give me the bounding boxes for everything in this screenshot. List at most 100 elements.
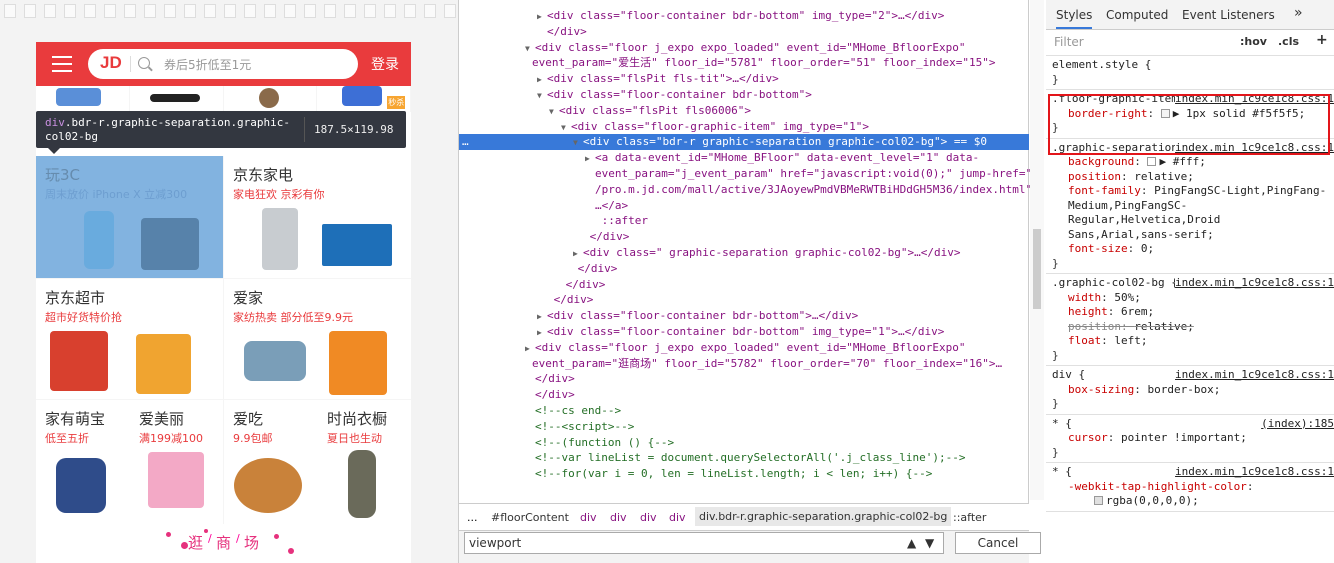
search-bar[interactable]: JD 券后5折低至1元 [88,49,358,79]
style-property[interactable]: -webkit-tap-highlight-color: [1052,480,1328,495]
rule-source-link[interactable]: index.min_1c9ce1c8.css:1 [1175,276,1334,291]
dom-node-line[interactable]: /pro.m.jd.com/mall/active/3JAoyewPmdVBMe… [459,182,1039,198]
style-property[interactable]: position: relative; [1052,170,1328,185]
expand-toggle-icon[interactable]: ▶ [537,309,547,325]
breadcrumb-item[interactable]: div [580,511,597,524]
expand-toggle-icon[interactable]: ▶ [537,325,547,341]
dom-node-line[interactable]: event_param="j_event_param" href="javasc… [459,166,1039,182]
tab-computed[interactable]: Computed [1106,8,1168,22]
dom-node-line[interactable]: …</a> [459,198,1029,214]
grid-cell-3c[interactable]: 玩3C 周末放价 iPhone X 立减300 [36,156,223,278]
find-prev-icon[interactable]: ▲ [907,536,916,550]
breadcrumb-item[interactable]: ::after [953,511,986,524]
dom-node-line[interactable]: </div> [459,277,1029,293]
color-swatch-icon[interactable] [1094,496,1103,505]
expand-toggle-icon[interactable]: ▶ [525,341,535,357]
grid-cell-appliances[interactable]: 京东家电 家电狂欢 京彩有你 [224,156,411,278]
rule-source-link[interactable]: index.min_1c9ce1c8.css:1 [1175,368,1334,383]
dom-node-line[interactable]: ▶ <div class=" graphic-separation graphic… [459,245,1029,261]
dom-node-line[interactable]: <!--for(var i = 0, len = lineList.length… [459,466,1029,482]
rule-source-link[interactable]: index.min_1c9ce1c8.css:1 [1175,465,1334,480]
style-property[interactable]: cursor: pointer !important; [1052,431,1328,446]
mall-banner[interactable]: 逛 / 商 / 场 [36,524,411,563]
grid-cell-food[interactable]: 爱吃 9.9包邮 [224,400,317,524]
dom-node-line[interactable]: ::after [459,213,1029,229]
grid-cell-beauty[interactable]: 爱美丽 满199减100 [130,400,223,524]
tab-styles[interactable]: Styles [1056,8,1093,29]
dom-node-line[interactable]: ▶ <div class="floor-container bdr-bottom"… [459,324,1029,340]
dom-node-line[interactable]: </div> [459,371,1029,387]
grid-cell-supermarket[interactable]: 京东超市 超市好货特价抢 [36,279,223,399]
breadcrumb-item-active[interactable]: div.bdr-r.graphic-separation.graphic-col… [695,507,952,526]
color-swatch-icon[interactable] [1147,157,1157,166]
style-rule[interactable]: element.style {} [1046,56,1334,90]
dom-node-line[interactable]: <!--<script>--> [459,419,1029,435]
expand-toggle-icon[interactable]: ▼ [525,41,535,57]
find-cancel-button[interactable]: Cancel [955,532,1041,554]
breadcrumb-item[interactable]: #floorContent [491,511,569,524]
dom-tree[interactable]: ▶ <div class="floor-container bdr-bottom"… [459,8,1039,482]
dom-node-line[interactable]: ▶ <a data-event_id="MHome_BFloor" data-ev… [459,150,1029,166]
expand-toggle-icon[interactable]: ▶ [537,72,547,88]
add-rule-button[interactable]: + [1316,32,1328,48]
expand-toggle-icon[interactable]: ▼ [537,88,547,104]
find-input[interactable]: viewport ▲ ▼ [464,532,944,554]
cls-toggle[interactable]: .cls [1278,35,1299,48]
dom-node-line[interactable]: </div> [459,261,1029,277]
styles-filter-input[interactable]: Filter [1050,33,1230,51]
dom-node-line[interactable]: ▼ <div class="flsPit fls06006"> [459,103,1029,119]
breadcrumb-item[interactable]: div [640,511,657,524]
expand-toggle-icon[interactable]: ▼ [573,135,583,151]
dom-node-line[interactable]: <!--cs end--> [459,403,1029,419]
login-link[interactable]: 登录 [371,54,399,74]
expand-toggle-icon[interactable]: ▶ [537,9,547,25]
style-rule[interactable]: * {(index):185 cursor: pointer !important… [1046,415,1334,463]
dom-node-line[interactable]: ▼ <div class="floor-graphic-item" img_typ… [459,119,1029,135]
expand-toggle-icon[interactable]: ▶ [585,151,595,167]
grid-cell-fashion[interactable]: 时尚衣橱 夏日也生动 [318,400,411,524]
find-next-icon[interactable]: ▼ [925,536,934,550]
style-rule[interactable]: .graphic-separation {index.min_1c9ce1c8.… [1046,139,1334,274]
product-thumb[interactable] [224,86,318,112]
dom-node-line[interactable]: ▼ <div class="floor j_expo expo_loaded" e… [459,40,1029,56]
dom-node-line[interactable]: ▶ <div class="floor-container bdr-bottom"… [459,308,1029,324]
tab-event-listeners[interactable]: Event Listeners [1182,8,1275,22]
expand-toggle-icon[interactable]: ▼ [561,120,571,136]
style-property[interactable]: box-sizing: border-box; [1052,383,1328,398]
dom-node-line[interactable]: </div> [459,292,1029,308]
product-thumb[interactable] [130,86,224,112]
menu-icon[interactable] [52,56,72,72]
dom-node-line[interactable]: event_param="爱生活" floor_id="5781" floor_… [459,55,1029,71]
style-property[interactable]: height: 6rem; [1052,305,1328,320]
style-property[interactable]: rgba(0,0,0,0); [1052,494,1328,509]
dom-node-line[interactable]: event_param="逛商场" floor_id="5782" floor_… [459,356,1029,372]
product-thumb[interactable]: 秒杀 [317,86,411,112]
dom-node-line[interactable]: </div> [459,387,1029,403]
dom-node-line[interactable]: ▶ <div class="floor-container bdr-bottom"… [459,8,1029,24]
breadcrumb-item[interactable]: div [610,511,627,524]
breadcrumb-item[interactable]: ... [467,511,478,524]
dom-node-line[interactable]: </div> [459,229,1029,245]
style-property[interactable]: font-size: 0; [1052,242,1328,257]
rule-source-link[interactable]: (index):185 [1261,416,1334,431]
grid-cell-home[interactable]: 爱家 家纺热卖 部分低至9.9元 [224,279,411,399]
dom-node-line[interactable]: <!--(function () {--> [459,435,1029,451]
style-rule[interactable]: * {index.min_1c9ce1c8.css:1 -webkit-tap-h… [1046,463,1334,512]
expand-toggle-icon[interactable]: ▶ [573,246,583,262]
dom-node-line[interactable]: <!--var lineList = document.querySelecto… [459,450,1029,466]
more-tabs-icon[interactable]: » [1294,5,1303,21]
scrollbar-thumb[interactable] [1033,229,1041,309]
dom-node-line[interactable]: </div> [459,24,1029,40]
dom-tree-scrollbar[interactable] [1030,0,1044,500]
style-property[interactable]: position: relative; [1052,320,1328,335]
dom-node-line[interactable]: ▶ <div class="floor j_expo expo_loaded" e… [459,340,1029,356]
style-property[interactable]: background: ▶ #fff; [1052,155,1328,170]
grid-cell-baby[interactable]: 家有萌宝 低至五折 [36,400,129,524]
dom-node-line[interactable]: ▼ <div class="floor-container bdr-bottom"… [459,87,1029,103]
style-property[interactable]: float: left; [1052,334,1328,349]
style-property[interactable]: width: 50%; [1052,291,1328,306]
dom-node-selected[interactable]: … ▼ <div class="bdr-r graphic-separation g… [459,134,1029,151]
dom-node-line[interactable]: ▶ <div class="flsPit fls-tit">…</div> [459,71,1029,87]
product-thumb[interactable] [36,86,130,112]
hov-toggle[interactable]: :hov [1240,35,1267,48]
